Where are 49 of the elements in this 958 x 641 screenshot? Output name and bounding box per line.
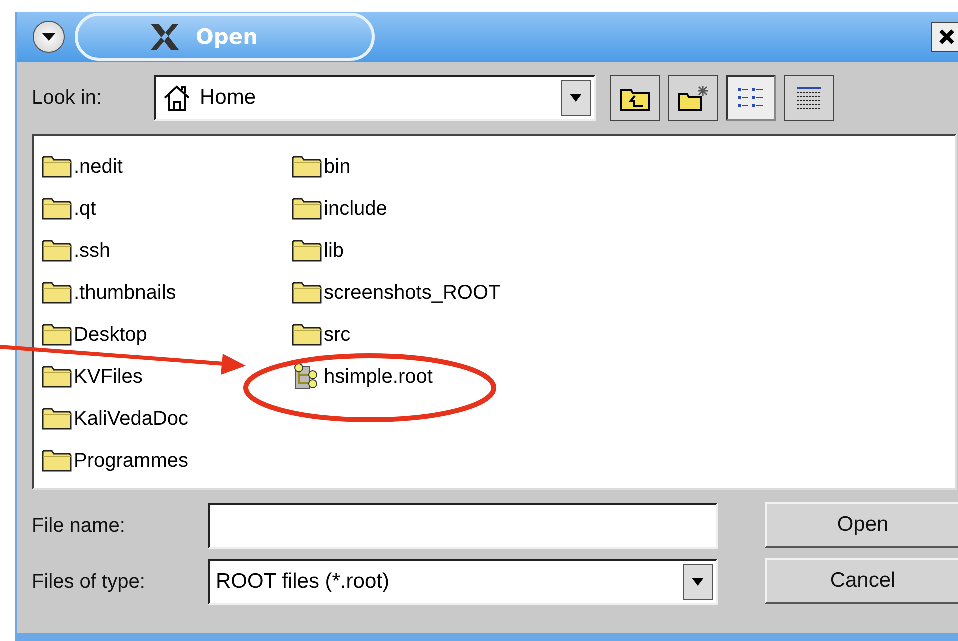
folder-icon bbox=[292, 323, 322, 347]
new-folder-icon bbox=[677, 84, 709, 112]
folder-icon bbox=[292, 239, 322, 263]
file-type-combo[interactable]: ROOT files (*.root) bbox=[208, 559, 718, 605]
folder-icon bbox=[42, 323, 72, 347]
folder-icon bbox=[292, 197, 322, 221]
detail-view-button[interactable] bbox=[784, 75, 834, 121]
look-in-combo[interactable]: Home bbox=[154, 75, 596, 121]
folder-item[interactable]: src bbox=[292, 314, 542, 356]
folder-item[interactable]: KaliVedaDoc bbox=[42, 398, 292, 440]
close-button[interactable] bbox=[931, 22, 958, 52]
file-name-field[interactable] bbox=[208, 503, 718, 549]
window-menu-button[interactable] bbox=[33, 21, 65, 53]
folder-icon bbox=[292, 155, 322, 179]
home-icon bbox=[162, 84, 192, 112]
folder-icon bbox=[42, 365, 72, 389]
file-type-value: ROOT files (*.root) bbox=[216, 570, 390, 594]
folder-item[interactable]: .qt bbox=[42, 188, 292, 230]
folder-item[interactable]: include bbox=[292, 188, 542, 230]
window-title: Open bbox=[196, 25, 258, 49]
open-button[interactable]: Open bbox=[765, 502, 958, 548]
folder-icon bbox=[42, 197, 72, 221]
folder-item[interactable]: Desktop bbox=[42, 314, 292, 356]
x-logo-icon bbox=[148, 22, 182, 52]
folder-item[interactable]: .ssh bbox=[42, 230, 292, 272]
folder-item[interactable]: KVFiles bbox=[42, 356, 292, 398]
folder-item[interactable]: lib bbox=[292, 230, 542, 272]
list-view-button[interactable] bbox=[726, 75, 776, 121]
folder-icon bbox=[42, 155, 72, 179]
look-in-value: Home bbox=[200, 86, 258, 110]
folder-item[interactable]: bin bbox=[292, 146, 542, 188]
file-name-label: File name: bbox=[32, 514, 126, 538]
folder-icon bbox=[292, 281, 322, 305]
file-type-label: Files of type: bbox=[32, 570, 146, 594]
folder-icon bbox=[42, 407, 72, 431]
folder-item[interactable]: .nedit bbox=[42, 146, 292, 188]
look-in-label: Look in: bbox=[32, 86, 104, 110]
cancel-button[interactable]: Cancel bbox=[765, 558, 958, 604]
new-folder-button[interactable] bbox=[668, 75, 718, 121]
folder-item[interactable]: screenshots_ROOT bbox=[292, 272, 542, 314]
parent-folder-button[interactable] bbox=[610, 75, 660, 121]
folder-icon bbox=[42, 449, 72, 473]
folder-icon bbox=[42, 281, 72, 305]
folder-icon bbox=[42, 239, 72, 263]
close-icon bbox=[937, 27, 957, 47]
file-item[interactable]: hsimple.root bbox=[292, 356, 542, 398]
folder-item[interactable]: .thumbnails bbox=[42, 272, 292, 314]
caret-down-icon bbox=[40, 31, 58, 43]
folder-item[interactable]: Programmes bbox=[42, 440, 292, 482]
